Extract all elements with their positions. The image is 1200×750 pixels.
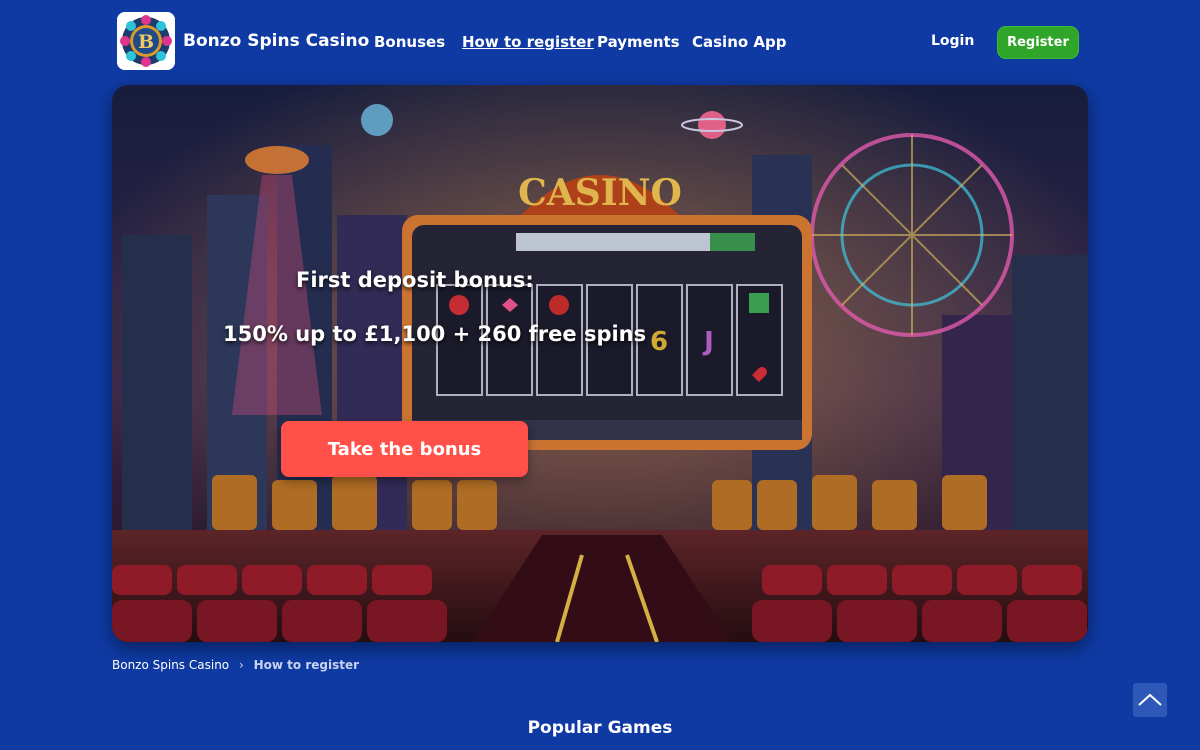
- nav-bonuses[interactable]: Bonuses: [374, 33, 445, 51]
- hero-bonus-offer: 150% up to £1,100 + 260 free spins: [223, 322, 647, 346]
- nav-how-to-register[interactable]: How to register: [462, 33, 594, 51]
- nav-payments[interactable]: Payments: [597, 33, 680, 51]
- site-name[interactable]: Bonzo Spins Casino: [183, 31, 369, 51]
- scroll-top-button[interactable]: [1133, 683, 1167, 717]
- casino-scene-illustration: CASINO 6 J: [112, 85, 1088, 642]
- site-header: B Bonzo Spins Casino Bonuses How to regi…: [0, 0, 1200, 84]
- breadcrumb-separator: ›: [238, 658, 244, 672]
- chevron-up-icon: [1138, 693, 1162, 706]
- breadcrumb-current: How to register: [253, 658, 360, 672]
- hero-banner: CASINO 6 J First deposit bonus: 150% up …: [112, 85, 1088, 642]
- login-button[interactable]: Login: [931, 33, 974, 49]
- breadcrumb-home-link[interactable]: Bonzo Spins Casino: [112, 658, 229, 672]
- casino-logo-icon[interactable]: B: [117, 12, 175, 70]
- register-button[interactable]: Register: [997, 26, 1079, 59]
- logo-letter: B: [138, 31, 154, 53]
- take-bonus-button[interactable]: Take the bonus: [281, 421, 528, 477]
- breadcrumb: Bonzo Spins Casino › How to register: [112, 658, 359, 672]
- nav-casino-app[interactable]: Casino App: [692, 33, 787, 51]
- popular-games-heading: Popular Games: [527, 718, 673, 738]
- hero-title: First deposit bonus:: [296, 268, 534, 292]
